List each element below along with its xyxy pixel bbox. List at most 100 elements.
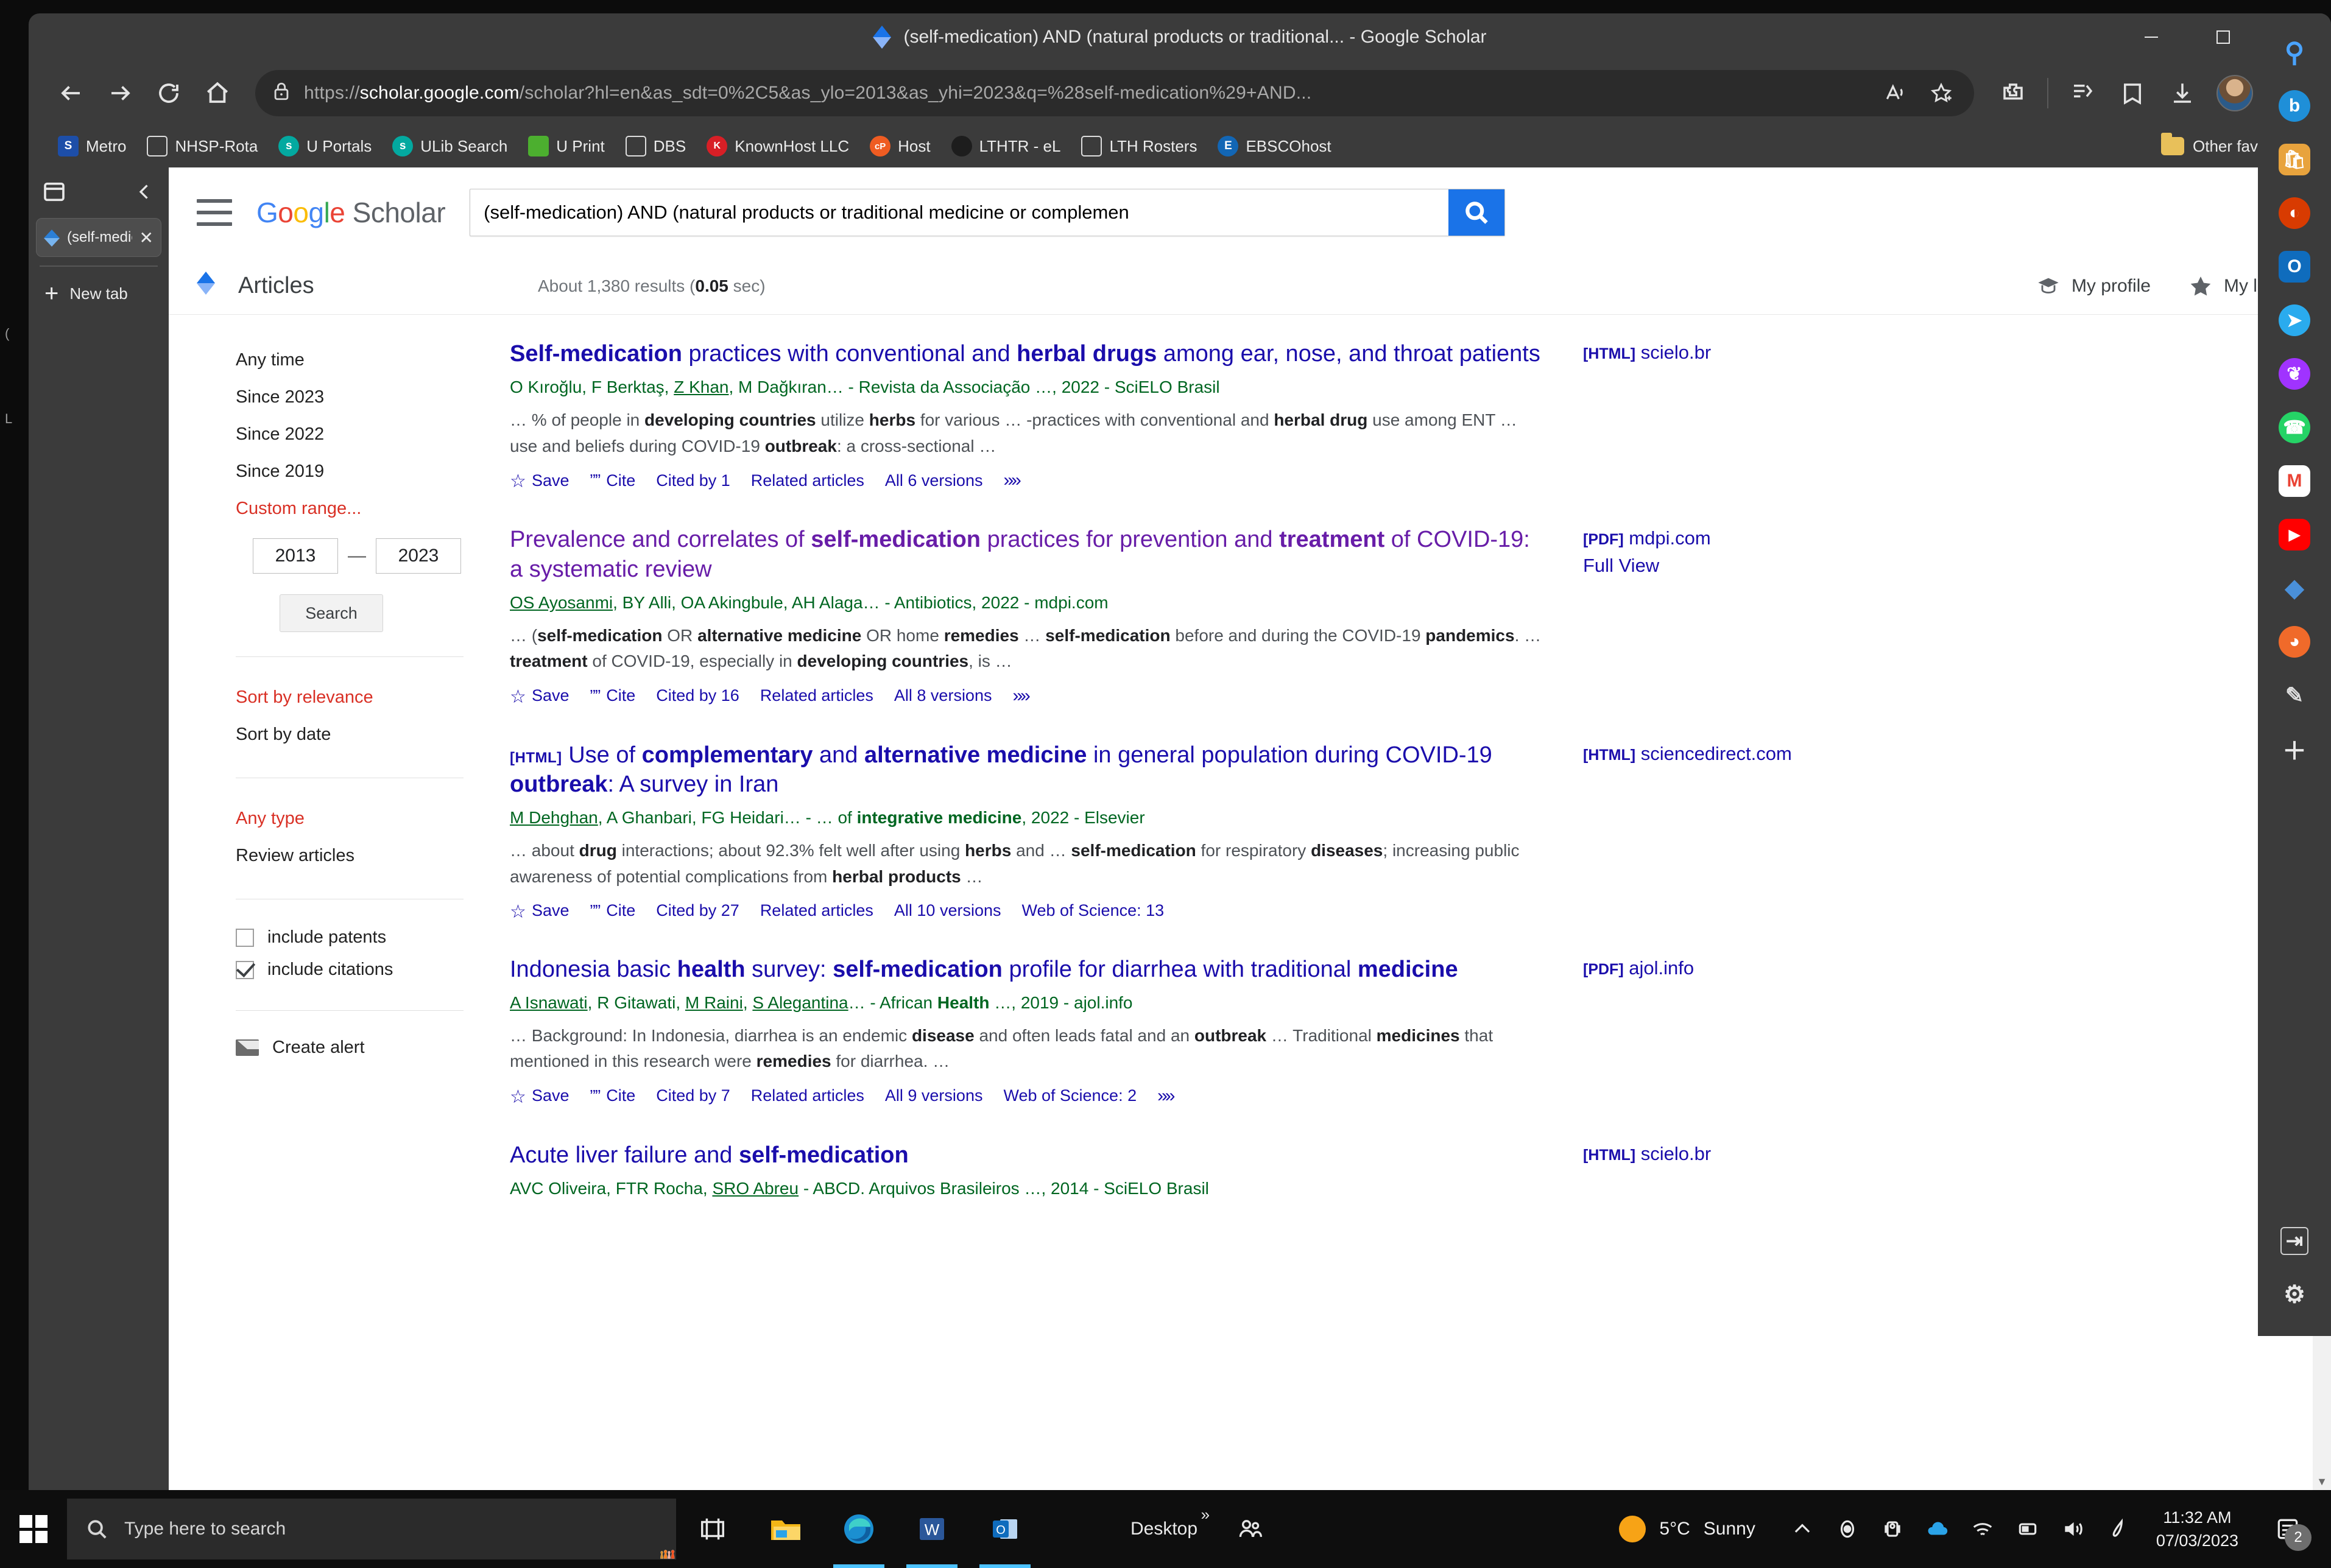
filter-any-time[interactable]: Any time — [236, 342, 510, 379]
search-button[interactable] — [1448, 189, 1505, 236]
result-source-link[interactable]: [HTML] scielo.br — [1583, 339, 1886, 367]
cited-by-link[interactable]: Cited by 7 — [656, 1086, 730, 1105]
extensions-icon[interactable] — [1990, 71, 2036, 115]
chevron-left-icon[interactable] — [133, 181, 155, 206]
include-citations-row[interactable]: include citations — [236, 954, 510, 986]
author-link[interactable]: A Isnawati — [510, 993, 588, 1012]
read-aloud-icon[interactable] — [1878, 76, 1912, 110]
author-link[interactable]: SRO Abreu — [712, 1179, 799, 1198]
profile-avatar[interactable] — [2216, 74, 2253, 111]
weather-widget[interactable]: 5°C Sunny — [1595, 1516, 1779, 1542]
all-versions-link[interactable]: All 10 versions — [894, 901, 1001, 920]
browser-tab[interactable]: (self-medicat ✕ — [36, 218, 161, 257]
forward-arrow-icon[interactable] — [98, 71, 142, 115]
whatsapp-icon[interactable]: ☎ — [2269, 402, 2320, 453]
battery-icon[interactable] — [2005, 1490, 2050, 1568]
file-explorer-icon[interactable] — [749, 1490, 822, 1568]
home-icon[interactable] — [196, 71, 239, 115]
related-articles-link[interactable]: Related articles — [760, 686, 873, 705]
tab-pane-icon[interactable] — [42, 180, 66, 207]
my-profile-link[interactable]: My profile — [2036, 274, 2151, 298]
save-button[interactable]: ☆ Save — [510, 1086, 570, 1106]
taskbar-search-box[interactable]: Type here to search — [67, 1499, 676, 1559]
microsoft-edge-icon[interactable] — [822, 1490, 895, 1568]
people-icon[interactable] — [1213, 1490, 1286, 1568]
hamburger-menu-icon[interactable] — [197, 199, 232, 226]
include-patents-checkbox[interactable] — [236, 928, 254, 947]
action-center-icon[interactable]: 2 — [2254, 1490, 2321, 1568]
range-search-button[interactable]: Search — [280, 594, 383, 632]
onedrive-sync-icon[interactable] — [1825, 1490, 1870, 1568]
result-source-link[interactable]: [PDF] mdpi.com — [1583, 525, 1886, 552]
removable-media-icon[interactable] — [1870, 1490, 1915, 1568]
save-button[interactable]: ☆ Save — [510, 901, 570, 921]
drop-icon[interactable]: ◕ — [2269, 616, 2320, 667]
scholar-icon[interactable]: ◆ — [2269, 563, 2320, 614]
bookmark-knownhost-llc[interactable]: K KnownHost LLC — [698, 131, 858, 161]
related-articles-link[interactable]: Related articles — [760, 901, 873, 920]
microsoft-word-icon[interactable]: W — [895, 1490, 968, 1568]
close-icon[interactable]: ✕ — [139, 228, 153, 248]
save-button[interactable]: ☆ Save — [510, 686, 570, 706]
result-title[interactable]: Acute liver failure and self-medication — [510, 1141, 1545, 1170]
cite-button[interactable]: ”” Cite — [590, 471, 636, 490]
bookmark-ulib-search[interactable]: s ULib Search — [384, 131, 516, 161]
all-versions-link[interactable]: All 6 versions — [885, 471, 983, 490]
show-hidden-icons-chevron[interactable] — [1780, 1490, 1825, 1568]
collections-icon[interactable] — [2059, 71, 2106, 115]
more-options-icon[interactable]: »» — [1157, 1086, 1175, 1106]
back-arrow-icon[interactable] — [49, 71, 93, 115]
web-of-science-link[interactable]: Web of Science: 13 — [1022, 901, 1165, 920]
result-source-link[interactable]: [HTML] scielo.br — [1583, 1141, 1886, 1168]
discover-icon[interactable]: b — [2269, 80, 2320, 132]
author-link[interactable]: OS Ayosanmi — [510, 593, 613, 612]
outlook-icon[interactable]: O — [2269, 241, 2320, 292]
create-alert-row[interactable]: Create alert — [236, 1033, 510, 1063]
shopping-icon[interactable]: 🛍 — [2269, 134, 2320, 185]
more-options-icon[interactable]: »» — [1003, 470, 1021, 491]
tools-icon[interactable]: ✎ — [2269, 670, 2320, 721]
save-button[interactable]: ☆ Save — [510, 471, 570, 491]
add-icon[interactable]: ＋ — [2269, 723, 2320, 775]
address-bar[interactable]: https://scholar.google.com/scholar?hl=en… — [255, 69, 1974, 116]
author-link[interactable]: M Raini — [685, 993, 743, 1012]
web-of-science-link[interactable]: Web of Science: 2 — [1003, 1086, 1137, 1105]
filter-review-articles[interactable]: Review articles — [236, 837, 510, 874]
scroll-down-icon[interactable]: ▼ — [2313, 1473, 2331, 1490]
cite-button[interactable]: ”” Cite — [590, 901, 636, 921]
result-source-link[interactable]: [PDF] ajol.info — [1583, 955, 1886, 982]
all-versions-link[interactable]: All 9 versions — [885, 1086, 983, 1105]
search-icon[interactable]: ⚲ — [2269, 27, 2320, 78]
search-input[interactable] — [470, 189, 1449, 236]
google-scholar-logo[interactable]: Google Scholar — [256, 196, 446, 229]
cite-button[interactable]: ”” Cite — [590, 1086, 636, 1106]
bookmark-nhsp-rota[interactable]: NHSP-Rota — [138, 131, 266, 161]
bookmark-u-print[interactable]: U Print — [520, 131, 613, 161]
result-title[interactable]: Prevalence and correlates of self-medica… — [510, 525, 1545, 584]
bookmark-ebscohost[interactable]: E EBSCOhost — [1209, 131, 1339, 161]
minimize-button[interactable] — [2115, 13, 2187, 61]
task-view-icon[interactable] — [676, 1490, 749, 1568]
related-articles-link[interactable]: Related articles — [751, 471, 864, 490]
cited-by-link[interactable]: Cited by 16 — [656, 686, 739, 705]
expand-panel-icon[interactable]: ⇥ — [2269, 1215, 2320, 1267]
author-link[interactable]: Z Khan — [674, 378, 728, 396]
onedrive-cloud-icon[interactable] — [1915, 1490, 1960, 1568]
maximize-button[interactable] — [2187, 13, 2259, 61]
new-tab-button[interactable]: + New tab — [36, 275, 161, 312]
year-to-input[interactable] — [376, 538, 461, 574]
wifi-icon[interactable] — [1960, 1490, 2005, 1568]
include-citations-checkbox[interactable] — [236, 960, 254, 979]
office-icon[interactable]: ◐ — [2269, 188, 2320, 239]
filter-since-2023[interactable]: Since 2023 — [236, 379, 510, 416]
author-link[interactable]: M Dehghan — [510, 808, 598, 827]
pen-icon[interactable] — [2095, 1490, 2140, 1568]
messenger-icon[interactable]: ❦ — [2269, 348, 2320, 399]
taskbar-clock[interactable]: 11:32 AM 07/03/2023 — [2140, 1506, 2254, 1553]
result-source-link[interactable]: [HTML] sciencedirect.com — [1583, 740, 1886, 768]
scholar-search-box[interactable] — [470, 188, 1506, 236]
author-link[interactable]: S Alegantina — [752, 993, 848, 1012]
bookmark-dbs[interactable]: DBS — [617, 131, 694, 161]
bookmark-u-portals[interactable]: s U Portals — [270, 131, 380, 161]
bookmark-metro[interactable]: S Metro — [49, 131, 135, 161]
